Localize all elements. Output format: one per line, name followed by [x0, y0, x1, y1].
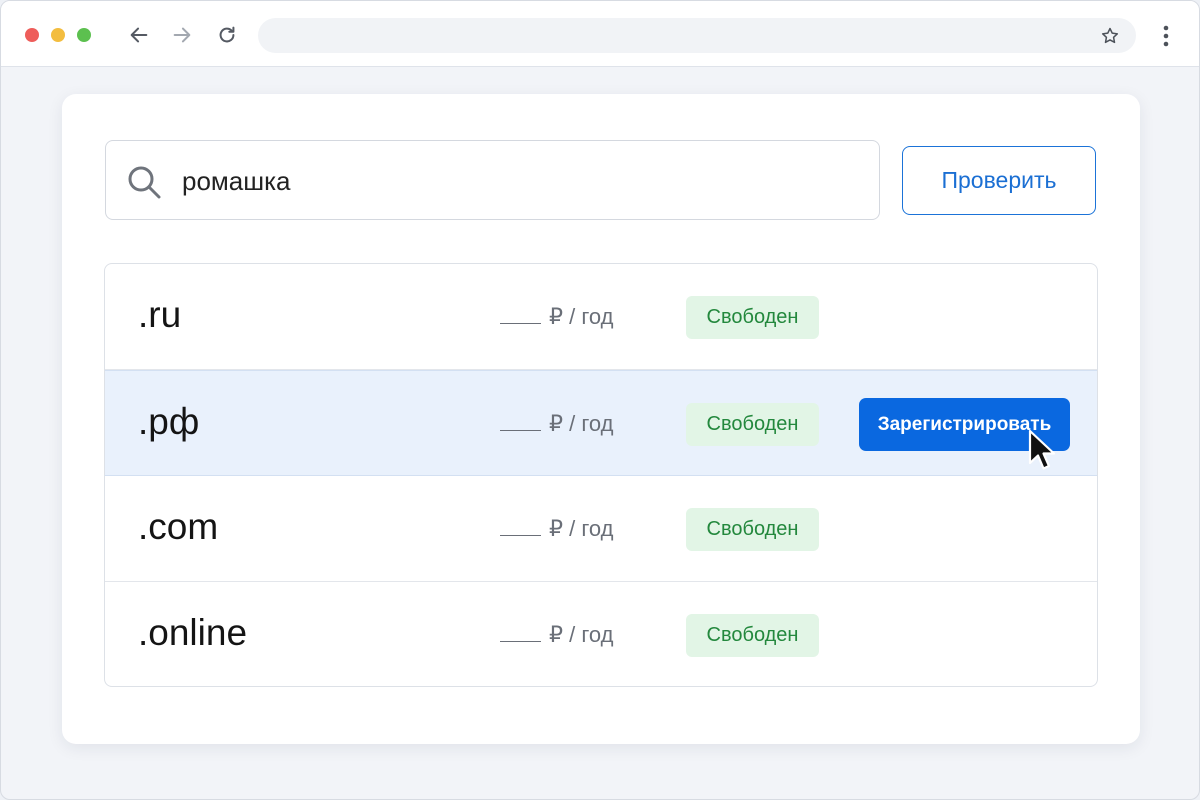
status-badge: Свободен — [686, 508, 819, 551]
price-label: ₽ / год — [500, 516, 613, 542]
price-unit: ₽ / год — [549, 516, 614, 541]
maximize-window-dot[interactable] — [77, 28, 91, 42]
reload-icon — [219, 26, 235, 43]
table-row[interactable]: .online ₽ / год Свободен — [105, 582, 1097, 686]
domain-search-box[interactable] — [105, 140, 880, 220]
table-row[interactable]: .ru ₽ / год Свободен — [105, 264, 1097, 370]
status-badge: Свободен — [686, 403, 819, 446]
reload-button[interactable] — [213, 21, 241, 49]
price-placeholder — [500, 535, 541, 536]
domain-zone: .ru — [138, 294, 182, 335]
browser-menu-button[interactable] — [1154, 21, 1178, 51]
browser-window: Проверить .ru ₽ / год Свободен .рф ₽ / г… — [0, 0, 1200, 800]
price-placeholder — [500, 430, 541, 431]
price-label: ₽ / год — [500, 411, 613, 437]
minimize-window-dot[interactable] — [51, 28, 65, 42]
domain-zone: .online — [138, 612, 248, 653]
star-icon — [1101, 27, 1119, 44]
status-badge: Свободен — [686, 296, 819, 339]
price-unit: ₽ / год — [549, 411, 614, 436]
price-label: ₽ / год — [500, 622, 613, 648]
price-placeholder — [500, 641, 541, 642]
search-icon — [128, 166, 161, 199]
register-button[interactable]: Зарегистрировать — [859, 398, 1070, 451]
domain-results-table: .ru ₽ / год Свободен .рф ₽ / год Свободе… — [104, 263, 1098, 687]
back-button[interactable] — [125, 21, 153, 49]
domain-search-input[interactable] — [182, 157, 862, 205]
price-label: ₽ / год — [500, 304, 613, 330]
domain-zone: .рф — [138, 401, 200, 442]
price-placeholder — [500, 323, 541, 324]
price-unit: ₽ / год — [549, 622, 614, 647]
price-unit: ₽ / год — [549, 304, 614, 329]
address-bar[interactable] — [258, 18, 1136, 53]
table-row[interactable]: .com ₽ / год Свободен — [105, 476, 1097, 582]
close-window-dot[interactable] — [25, 28, 39, 42]
table-row-highlighted[interactable]: .рф ₽ / год Свободен Зарегистрировать — [105, 370, 1097, 476]
forward-button[interactable] — [168, 21, 196, 49]
kebab-menu-icon — [1163, 25, 1169, 47]
check-button[interactable]: Проверить — [902, 146, 1096, 215]
arrow-left-icon — [130, 27, 148, 43]
arrow-right-icon — [173, 27, 191, 43]
bookmark-button[interactable] — [1098, 24, 1122, 48]
browser-toolbar — [1, 1, 1199, 67]
domain-zone: .com — [138, 506, 219, 547]
status-badge: Свободен — [686, 614, 819, 657]
domain-check-card: Проверить .ru ₽ / год Свободен .рф ₽ / г… — [62, 94, 1140, 744]
